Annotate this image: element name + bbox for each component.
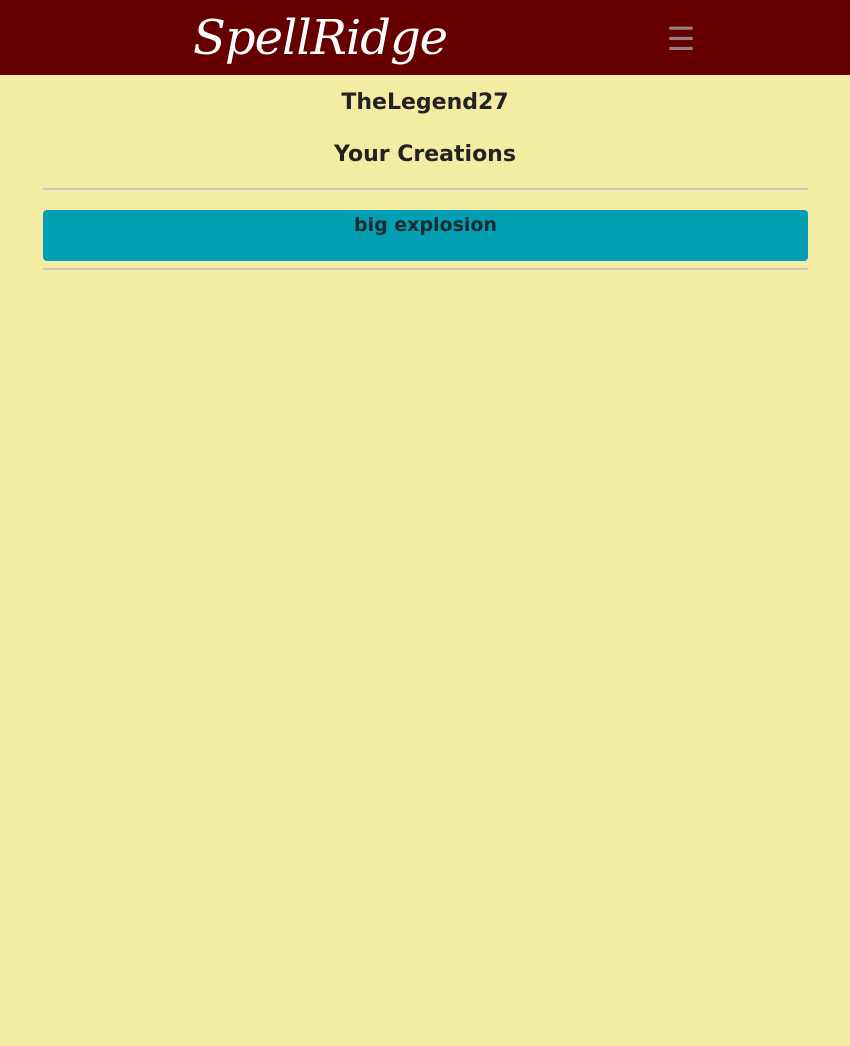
creations-heading: Your Creations: [334, 142, 516, 167]
brand-logo-link[interactable]: SpellRidge: [193, 6, 448, 70]
hamburger-menu-icon[interactable]: ☰: [662, 20, 700, 58]
creation-title: big explosion: [353, 214, 498, 236]
creation-card[interactable]: big explosion: [43, 210, 808, 261]
top-navbar: SpellRidge ☰: [0, 0, 850, 75]
username-heading: TheLegend27: [341, 90, 509, 115]
divider-top: [43, 188, 808, 190]
divider-bottom: [43, 268, 808, 270]
